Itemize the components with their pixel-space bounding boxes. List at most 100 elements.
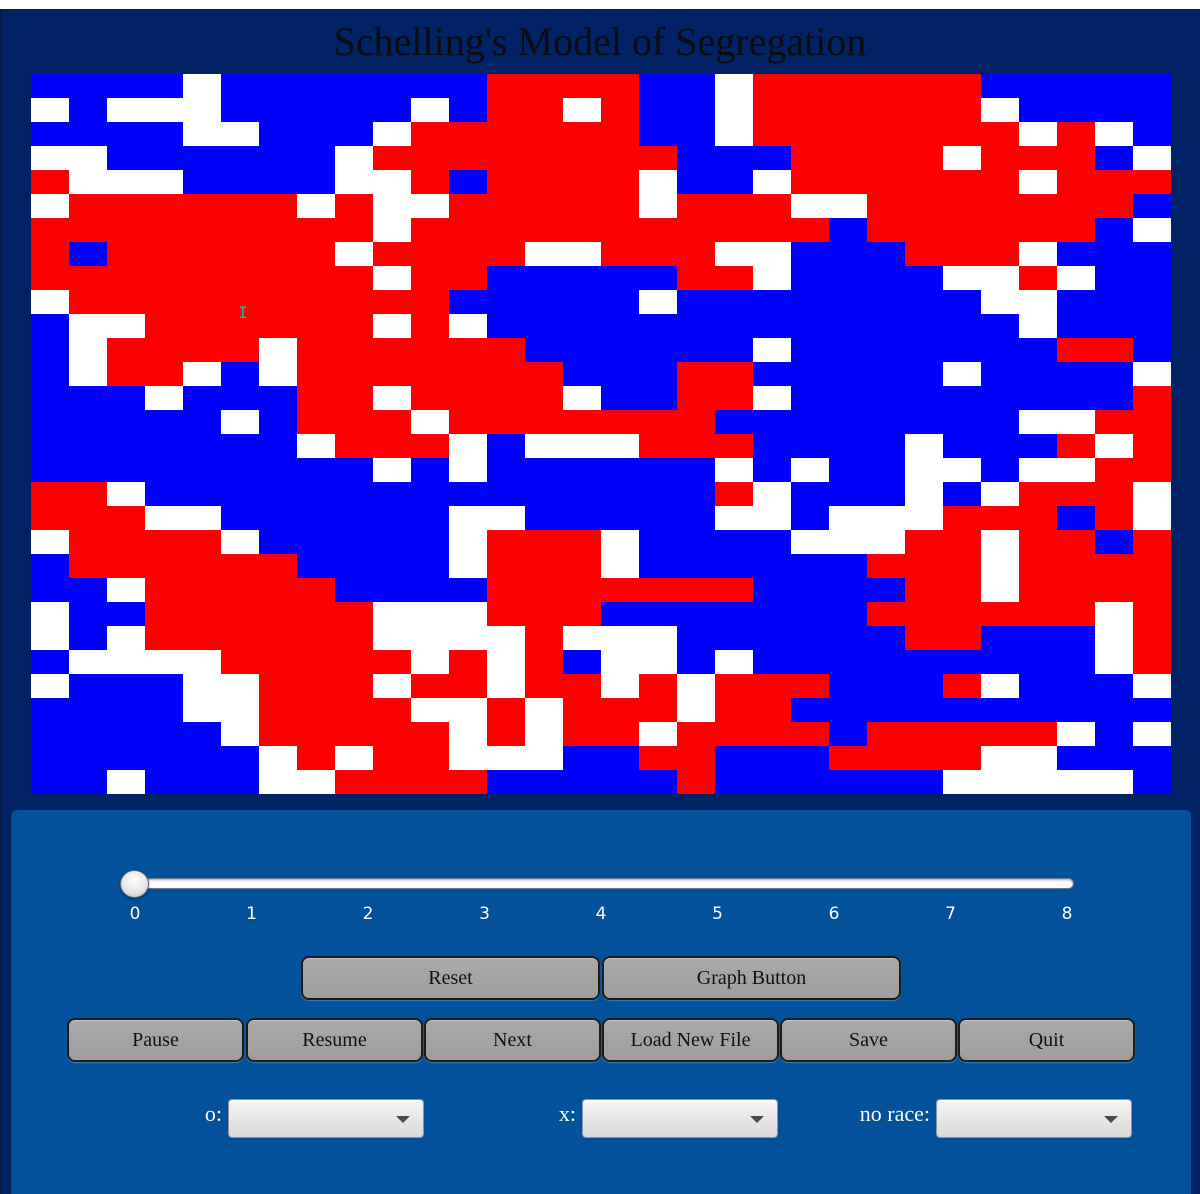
- grid-cell: [1019, 266, 1057, 290]
- grid-cell: [487, 626, 525, 650]
- grid-cell: [221, 650, 259, 674]
- grid-cell: [791, 194, 829, 218]
- grid-cell: [183, 602, 221, 626]
- load-new-file-button[interactable]: Load New File: [602, 1018, 779, 1062]
- grid-cell: [373, 74, 411, 98]
- o-selector[interactable]: [228, 1099, 424, 1138]
- grid-cell: [259, 434, 297, 458]
- grid-cell: [107, 746, 145, 770]
- grid-cell: [145, 194, 183, 218]
- grid-cell: [183, 650, 221, 674]
- grid-cell: [487, 338, 525, 362]
- grid-cell: [677, 530, 715, 554]
- grid-cell: [639, 770, 677, 794]
- grid-cell: [525, 410, 563, 434]
- grid-cell: [677, 410, 715, 434]
- grid-cell: [867, 506, 905, 530]
- grid-cell: [373, 578, 411, 602]
- grid-cell: [943, 410, 981, 434]
- grid-cell: [373, 626, 411, 650]
- grid-cell: [791, 266, 829, 290]
- grid-cell: [867, 746, 905, 770]
- grid-cell: [563, 410, 601, 434]
- grid-cell: [753, 122, 791, 146]
- grid-cell: [601, 698, 639, 722]
- grid-cell: [411, 698, 449, 722]
- grid-cell: [335, 242, 373, 266]
- grid-cell: [943, 602, 981, 626]
- next-button[interactable]: Next: [424, 1018, 601, 1062]
- grid-cell: [1057, 746, 1095, 770]
- grid-cell: [639, 746, 677, 770]
- grid-cell: [601, 578, 639, 602]
- grid-cell: [31, 746, 69, 770]
- grid-cell: [259, 746, 297, 770]
- grid-cell: [981, 650, 1019, 674]
- grid-cell: [335, 122, 373, 146]
- grid-cell: [753, 74, 791, 98]
- grid-cell: [221, 122, 259, 146]
- grid-cell: [107, 146, 145, 170]
- grid-cell: [69, 362, 107, 386]
- grid-cell: [525, 434, 563, 458]
- grid-cell: [449, 434, 487, 458]
- grid-cell: [905, 386, 943, 410]
- grid-cell: [335, 218, 373, 242]
- grid-cell: [487, 458, 525, 482]
- grid-cell: [449, 506, 487, 530]
- x-selector[interactable]: [582, 1099, 778, 1138]
- resume-button[interactable]: Resume: [246, 1018, 423, 1062]
- grid-cell: [905, 170, 943, 194]
- grid-cell: [1019, 338, 1057, 362]
- grid-cell: [373, 170, 411, 194]
- grid-cell: [373, 602, 411, 626]
- grid-cell: [487, 770, 525, 794]
- save-button[interactable]: Save: [780, 1018, 957, 1062]
- grid-cell: [525, 386, 563, 410]
- grid-cell: [1057, 242, 1095, 266]
- grid-cell: [335, 578, 373, 602]
- no-race-selector[interactable]: [936, 1099, 1132, 1138]
- grid-cell: [107, 578, 145, 602]
- slider-tick-label: 3: [479, 904, 490, 924]
- grid-cell: [297, 74, 335, 98]
- grid-cell: [981, 146, 1019, 170]
- graph-button[interactable]: Graph Button: [602, 956, 901, 1000]
- reset-button[interactable]: Reset: [301, 956, 600, 1000]
- grid-cell: [411, 386, 449, 410]
- grid-cell: [715, 722, 753, 746]
- pause-button[interactable]: Pause: [67, 1018, 244, 1062]
- grid-cell: [259, 386, 297, 410]
- grid-cell: [1057, 74, 1095, 98]
- grid-cell: [715, 578, 753, 602]
- grid-cell: [525, 122, 563, 146]
- grid-cell: [1133, 578, 1171, 602]
- grid-cell: [183, 410, 221, 434]
- grid-cell: [183, 434, 221, 458]
- grid-cell: [259, 194, 297, 218]
- grid-cell: [829, 314, 867, 338]
- grid-cell: [297, 698, 335, 722]
- grid-cell: [563, 506, 601, 530]
- grid-cell: [297, 386, 335, 410]
- grid-cell: [677, 554, 715, 578]
- grid-cell: [981, 530, 1019, 554]
- threshold-slider-thumb[interactable]: [120, 870, 149, 898]
- grid-cell: [145, 290, 183, 314]
- grid-cell: [677, 170, 715, 194]
- grid-cell: [411, 410, 449, 434]
- grid-cell: [449, 530, 487, 554]
- grid-cell: [753, 146, 791, 170]
- grid-cell: [1019, 242, 1057, 266]
- grid-cell: [563, 146, 601, 170]
- grid-cell: [69, 266, 107, 290]
- grid-cell: [107, 482, 145, 506]
- grid-cell: [221, 194, 259, 218]
- quit-button[interactable]: Quit: [958, 1018, 1135, 1062]
- grid-cell: [981, 170, 1019, 194]
- grid-cell: [753, 746, 791, 770]
- threshold-slider-track[interactable]: [130, 878, 1074, 889]
- grid-cell: [335, 506, 373, 530]
- grid-cell: [905, 194, 943, 218]
- grid-cell: [107, 386, 145, 410]
